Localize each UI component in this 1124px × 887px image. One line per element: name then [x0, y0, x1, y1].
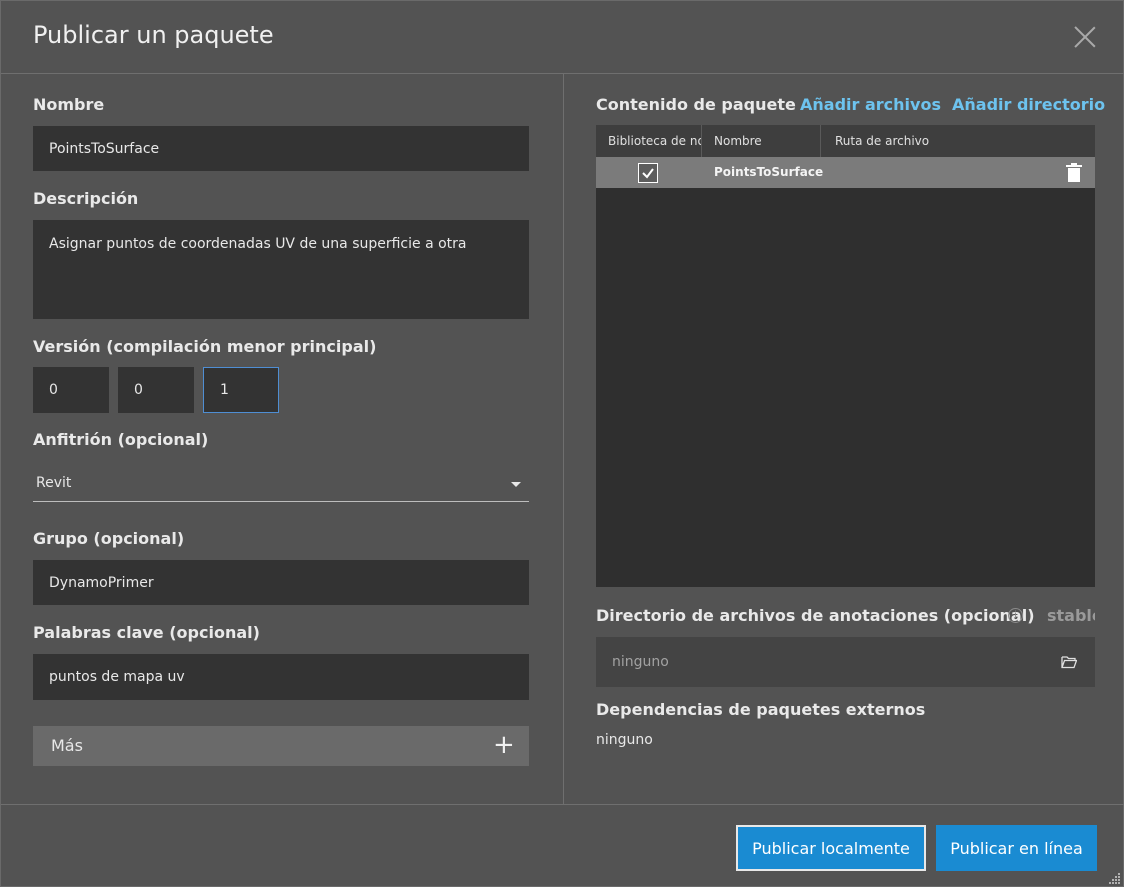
keywords-field[interactable]: puntos de mapa uv [33, 654, 529, 700]
description-label: Descripción [33, 189, 139, 208]
info-icon[interactable]: i [1008, 608, 1023, 623]
notes-directory-label: Directorio de archivos de anotaciones (o… [596, 606, 1035, 625]
name-label: Nombre [33, 95, 105, 114]
host-label: Anfitrión (opcional) [33, 430, 209, 449]
resize-grip-icon[interactable] [1107, 870, 1121, 887]
dialog-title: Publicar un paquete [33, 21, 274, 49]
external-dependencies-label: Dependencias de paquetes externos [596, 700, 926, 719]
checkbox-checked-icon[interactable] [638, 163, 658, 183]
notes-suffix-text: stable [1047, 606, 1095, 625]
footer-divider [1, 804, 1124, 805]
add-directory-link[interactable]: Añadir directorio [952, 95, 1105, 114]
package-contents-label: Contenido de paquete [596, 95, 796, 114]
column-header-path[interactable]: Ruta de archivo [821, 125, 1095, 157]
column-header-name[interactable]: Nombre [702, 125, 821, 157]
chevron-down-icon [511, 482, 521, 487]
column-header-library[interactable]: Biblioteca de no [596, 125, 702, 157]
close-icon[interactable] [1073, 25, 1097, 49]
description-field[interactable]: Asignar puntos de coordenadas UV de una … [33, 220, 529, 319]
row-name-cell: PointsToSurface [714, 165, 824, 179]
table-row[interactable]: PointsToSurface [596, 157, 1095, 188]
group-field[interactable]: DynamoPrimer [33, 560, 529, 605]
publish-locally-button[interactable]: Publicar localmente [736, 825, 926, 871]
folder-open-icon[interactable] [1061, 654, 1078, 673]
package-contents-table: Biblioteca de no Nombre Ruta de archivo … [596, 125, 1095, 587]
table-header: Biblioteca de no Nombre Ruta de archivo [596, 125, 1095, 157]
more-expander[interactable]: Más + [33, 726, 529, 766]
external-dependencies-value: ninguno [596, 732, 653, 748]
keywords-label: Palabras clave (opcional) [33, 623, 260, 642]
version-major-field[interactable]: 0 [33, 367, 109, 413]
publish-online-button[interactable]: Publicar en línea [936, 825, 1097, 871]
host-dropdown-value: Revit [36, 475, 72, 491]
column-divider [563, 74, 564, 805]
add-files-link[interactable]: Añadir archivos [800, 95, 941, 114]
version-minor-field[interactable]: 0 [118, 367, 194, 413]
version-build-field[interactable]: 1 [203, 367, 279, 413]
title-bar: Publicar un paquete [1, 1, 1124, 74]
host-dropdown[interactable]: Revit [33, 467, 529, 502]
publish-package-dialog: Publicar un paquete Nombre PointsToSurfa… [0, 0, 1124, 887]
trash-icon[interactable] [1066, 163, 1082, 186]
more-label: Más [51, 736, 83, 755]
notes-directory-field[interactable]: ninguno [596, 637, 1095, 687]
name-field[interactable]: PointsToSurface [33, 126, 529, 171]
version-label: Versión (compilación menor principal) [33, 337, 377, 356]
group-label: Grupo (opcional) [33, 529, 185, 548]
plus-icon: + [493, 730, 515, 760]
